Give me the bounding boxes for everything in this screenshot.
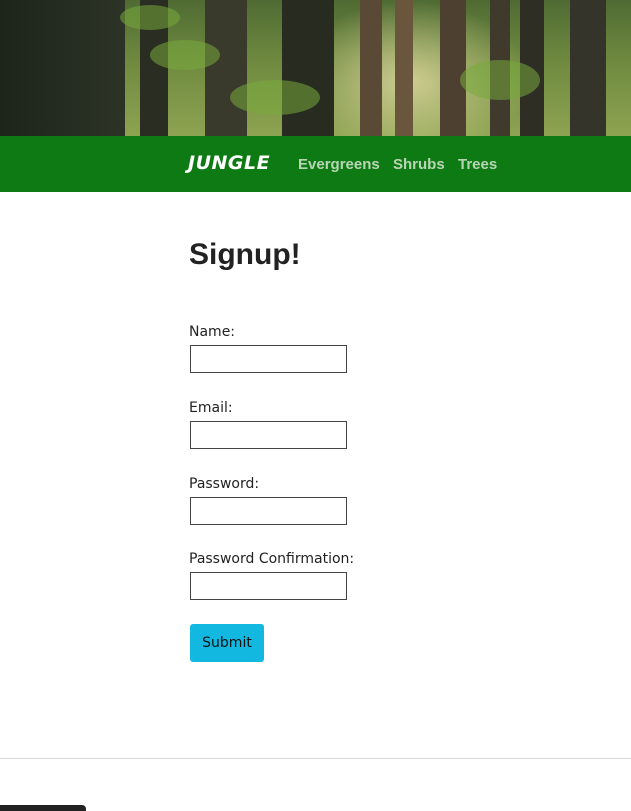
hero-foliage [460,60,540,100]
hero-foliage [120,5,180,30]
nav-link-evergreens[interactable]: Evergreens [298,156,380,173]
corner-widget [0,805,86,811]
brand-logo-link[interactable]: JUNGLE [188,152,270,174]
nav-link-trees[interactable]: Trees [458,156,497,173]
submit-button[interactable]: Submit [190,624,264,662]
hero-banner-image [0,0,631,136]
hero-trunk [570,0,606,136]
password-label: Password: [189,476,260,492]
footer-divider [0,758,631,759]
hero-trunk [282,0,334,136]
nav-link-shrubs[interactable]: Shrubs [393,156,445,173]
hero-trunk [205,0,247,136]
hero-trunk [395,0,413,136]
password-confirmation-input[interactable] [190,572,347,600]
password-confirmation-label: Password Confirmation: [189,551,355,567]
hero-foliage [150,40,220,70]
name-label: Name: [189,324,236,340]
hero-trunk [440,0,466,136]
page-title: Signup! [189,238,301,271]
email-label: Email: [189,400,233,416]
hero-trunk [360,0,382,136]
hero-foliage [230,80,320,115]
name-input[interactable] [190,345,347,373]
email-input[interactable] [190,421,347,449]
hero-trunk [0,0,125,136]
password-input[interactable] [190,497,347,525]
